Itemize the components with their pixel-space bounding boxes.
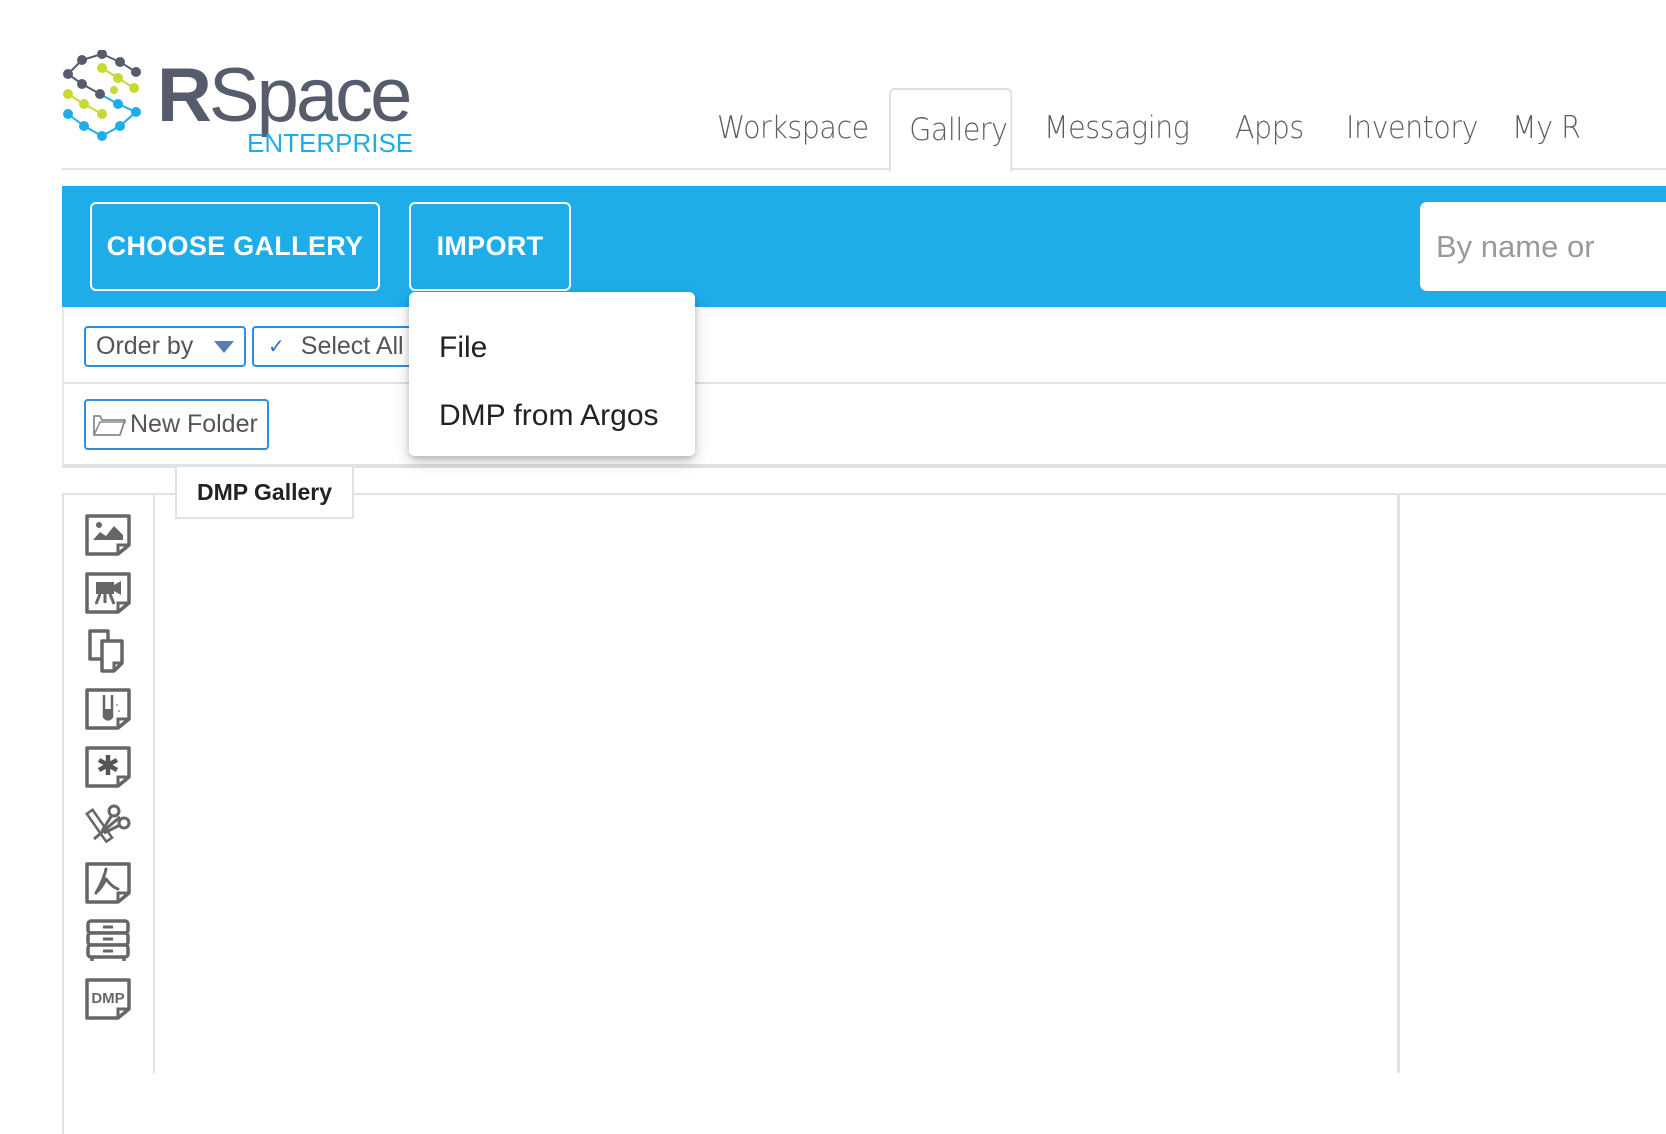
dmp-icon[interactable]: DMP xyxy=(84,977,132,1021)
new-folder-button[interactable]: New Folder xyxy=(84,399,269,450)
pdf-export-icon[interactable] xyxy=(84,861,132,905)
current-gallery-tab: DMP Gallery xyxy=(175,467,354,519)
videos-icon[interactable] xyxy=(84,571,132,615)
check-icon: ✓ xyxy=(268,336,285,358)
folder-icon xyxy=(93,414,126,436)
search-input[interactable] xyxy=(1436,228,1666,265)
images-icon[interactable] xyxy=(84,513,132,557)
tab-messaging[interactable]: Messaging xyxy=(1044,88,1190,170)
filestores-icon[interactable] xyxy=(84,919,132,963)
order-by-label: Order by xyxy=(96,332,194,360)
actions-row: New Folder xyxy=(62,384,1666,468)
chemistry-icon[interactable] xyxy=(84,687,132,731)
tab-gallery[interactable]: Gallery xyxy=(889,88,1013,172)
tab-inventory[interactable]: Inventory xyxy=(1346,88,1479,170)
choose-gallery-button[interactable]: CHOOSE GALLERY xyxy=(90,202,380,291)
search-box xyxy=(1420,202,1666,291)
import-menu-item-file[interactable]: File xyxy=(409,314,695,382)
tab-my-rspace[interactable]: My R xyxy=(1512,88,1581,170)
main-nav: Workspace Gallery Messaging Apps Invento… xyxy=(62,88,1666,172)
tab-workspace[interactable]: Workspace xyxy=(717,88,869,170)
new-folder-label: New Folder xyxy=(130,410,258,438)
filter-row: Order by ✓ Select All xyxy=(62,307,1666,384)
documents-icon[interactable] xyxy=(84,629,132,673)
panel-divider[interactable] xyxy=(1397,493,1400,1073)
import-menu: File DMP from Argos xyxy=(409,292,695,456)
gallery-content xyxy=(62,493,1666,1134)
import-menu-item-dmp-argos[interactable]: DMP from Argos xyxy=(409,382,695,450)
select-all-label: Select All xyxy=(300,332,404,360)
miscellaneous-icon[interactable] xyxy=(84,745,132,789)
import-button[interactable]: IMPORT xyxy=(409,202,571,291)
order-by-dropdown[interactable]: Order by xyxy=(84,326,246,367)
snippets-icon[interactable] xyxy=(84,803,132,847)
chevron-down-icon xyxy=(214,341,234,353)
dmp-icon-text: DMP xyxy=(91,990,124,1007)
gallery-toolbar: CHOOSE GALLERY IMPORT xyxy=(62,186,1666,307)
tab-apps[interactable]: Apps xyxy=(1235,88,1304,170)
select-all-button[interactable]: ✓ Select All xyxy=(252,326,422,367)
